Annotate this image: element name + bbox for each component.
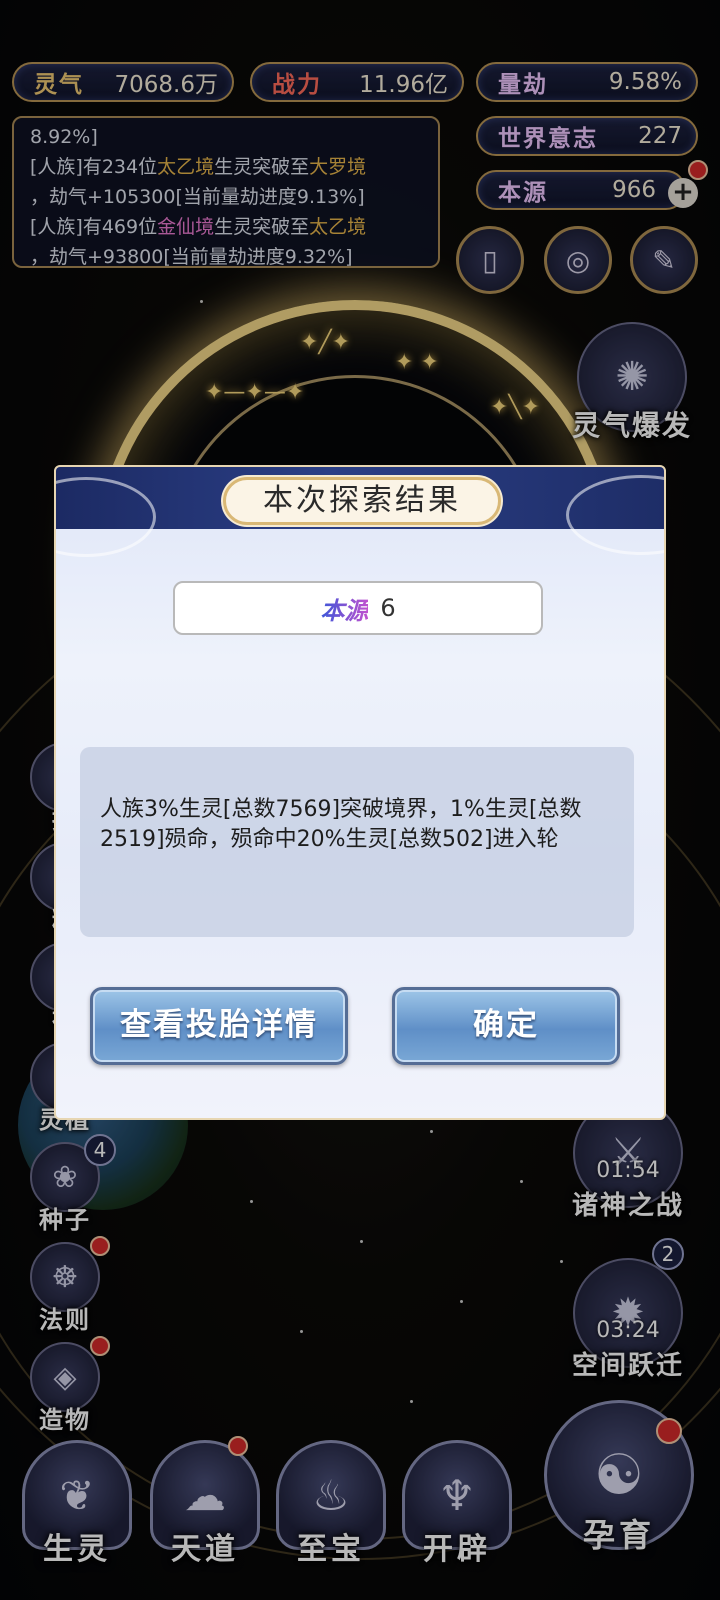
reward-name: 本源 [320, 591, 368, 626]
reward-value: 6 [380, 594, 396, 622]
reward-box: 本源 6 [173, 581, 543, 635]
exploration-result-dialog: 本次探索结果 本源 6 人族3%生灵[总数7569]突破境界，1%生灵[总数25… [54, 465, 666, 1120]
result-description: 人族3%生灵[总数7569]突破境界，1%生灵[总数2519]殒命，殒命中20%… [100, 797, 582, 852]
wave-decoration [566, 475, 664, 555]
dialog-title: 本次探索结果 [223, 477, 501, 525]
view-reincarnation-details-button[interactable]: 查看投胎详情 [90, 987, 348, 1065]
wave-decoration [56, 477, 156, 557]
confirm-button[interactable]: 确定 [392, 987, 620, 1065]
result-description-box: 人族3%生灵[总数7569]突破境界，1%生灵[总数2519]殒命，殒命中20%… [80, 747, 634, 937]
